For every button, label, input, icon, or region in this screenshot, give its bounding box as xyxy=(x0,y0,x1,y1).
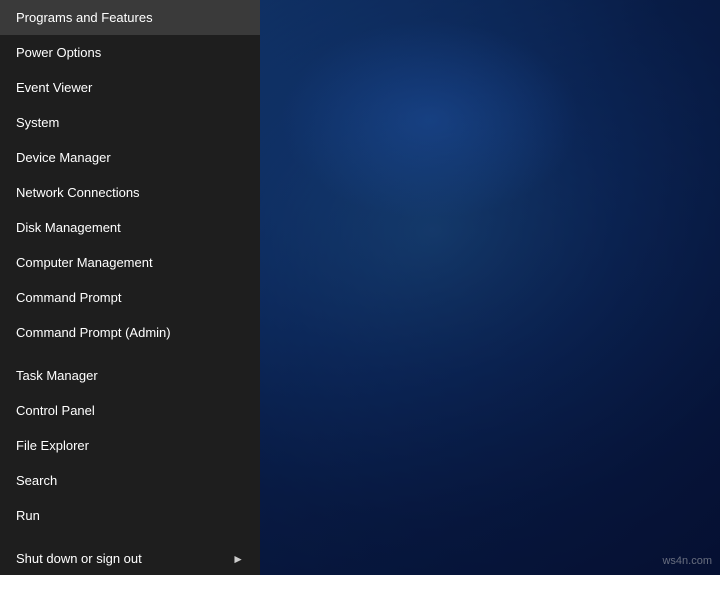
context-menu: Programs and Features Power Options Even… xyxy=(0,0,260,575)
menu-item-search[interactable]: Search xyxy=(0,463,260,498)
menu-item-system[interactable]: System xyxy=(0,105,260,140)
menu-item-event-viewer[interactable]: Event Viewer xyxy=(0,70,260,105)
menu-item-device-manager[interactable]: Device Manager xyxy=(0,140,260,175)
menu-item-file-explorer[interactable]: File Explorer xyxy=(0,428,260,463)
menu-item-task-manager[interactable]: Task Manager xyxy=(0,358,260,393)
menu-item-computer-management[interactable]: Computer Management xyxy=(0,245,260,280)
menu-item-command-prompt-admin[interactable]: Command Prompt (Admin) xyxy=(0,315,260,350)
menu-item-disk-management[interactable]: Disk Management xyxy=(0,210,260,245)
menu-item-control-panel[interactable]: Control Panel xyxy=(0,393,260,428)
arrow-icon: ► xyxy=(232,552,244,566)
menu-item-run[interactable]: Run xyxy=(0,498,260,533)
menu-item-power-options[interactable]: Power Options xyxy=(0,35,260,70)
menu-item-programs-features[interactable]: Programs and Features xyxy=(0,0,260,35)
watermark: ws4n.com xyxy=(662,555,712,567)
menu-item-desktop[interactable]: Desktop xyxy=(0,576,260,611)
menu-item-command-prompt[interactable]: Command Prompt xyxy=(0,280,260,315)
menu-item-network-connections[interactable]: Network Connections xyxy=(0,175,260,210)
menu-item-shut-down-sign-out[interactable]: Shut down or sign out ► xyxy=(0,541,260,576)
